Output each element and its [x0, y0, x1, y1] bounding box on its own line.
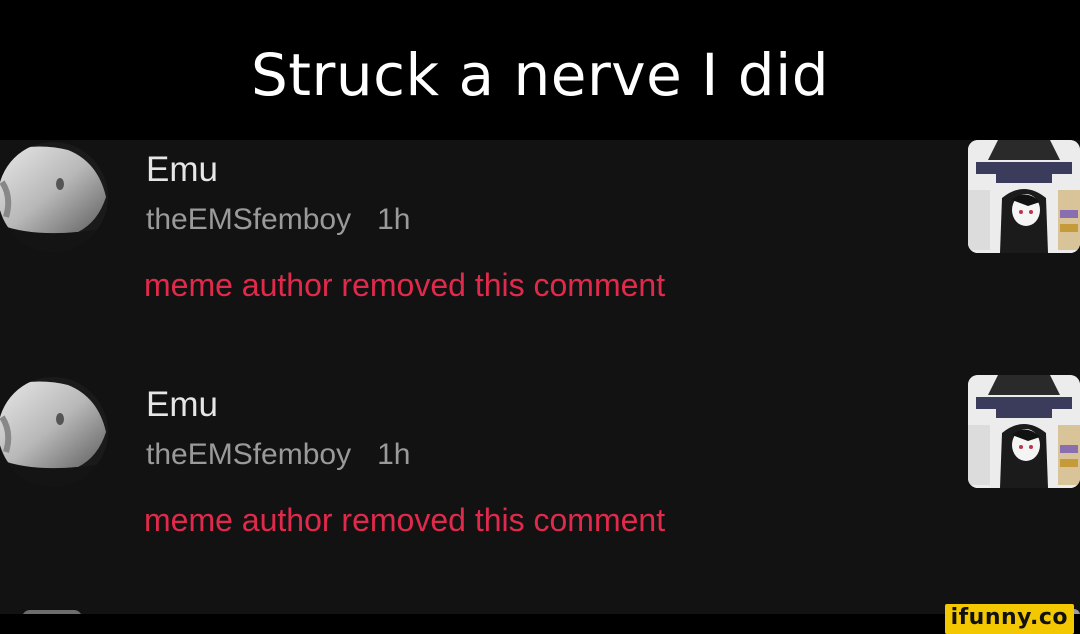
comment-username[interactable]: Emu: [146, 146, 218, 194]
comment-time: 1h: [377, 438, 411, 471]
comment-meta: theEMSfemboy 1h: [146, 198, 410, 242]
comment-meta: theEMSfemboy 1h: [146, 433, 410, 477]
user-avatar[interactable]: [0, 142, 108, 252]
meme-thumbnail[interactable]: [968, 375, 1080, 488]
comments-screenshot: Emu theEMSfemboy 1h meme author removed t…: [0, 140, 1080, 614]
bottom-bar: [0, 614, 1080, 634]
comment-item: Emu theEMSfemboy 1h meme author removed t…: [0, 375, 1080, 575]
meme-thumbnail-icon: [968, 140, 1080, 253]
comment-time: 1h: [377, 203, 411, 236]
meme-caption: Struck a nerve I did: [0, 0, 1080, 140]
removed-comment-notice: meme author removed this comment: [144, 502, 666, 538]
meme-page: Struck a nerve I did Emu theEMSfemboy 1h…: [0, 0, 1080, 634]
avatar-photo-icon: [0, 377, 108, 487]
comment-handle[interactable]: theEMSfemboy: [146, 438, 351, 471]
comment-item: Emu theEMSfemboy 1h meme author removed t…: [0, 140, 1080, 340]
avatar-photo-icon: [0, 142, 108, 252]
meme-thumbnail-icon: [968, 375, 1080, 488]
meme-thumbnail[interactable]: [968, 140, 1080, 253]
ifunny-watermark: ifunny.co: [944, 604, 1074, 634]
comment-handle[interactable]: theEMSfemboy: [146, 203, 351, 236]
user-avatar[interactable]: [0, 377, 108, 487]
removed-comment-notice: meme author removed this comment: [144, 267, 666, 303]
comment-username[interactable]: Emu: [146, 381, 218, 429]
